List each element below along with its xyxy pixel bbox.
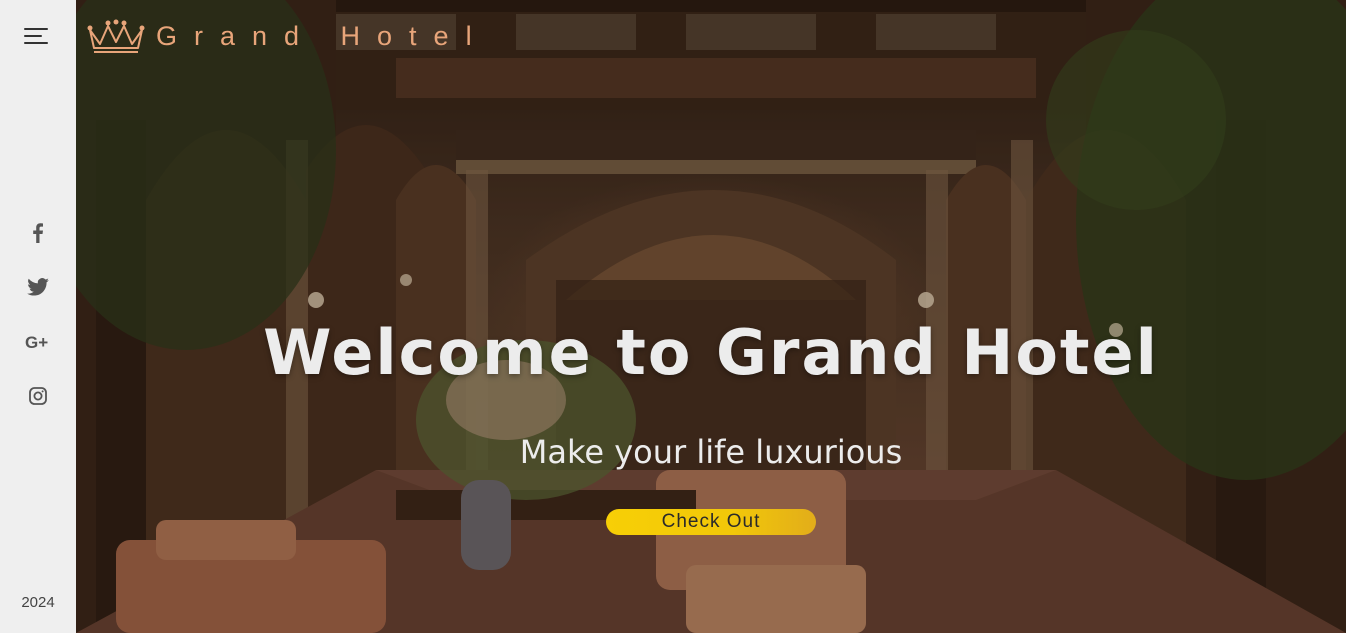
sidebar: G+ 2024 [0, 0, 76, 633]
hero-section: Grand Hotel Welcome to Grand Hotel Make … [76, 0, 1346, 633]
facebook-icon[interactable] [0, 215, 76, 251]
instagram-icon[interactable] [0, 378, 76, 414]
brand-logo[interactable]: Grand Hotel [84, 14, 489, 58]
twitter-icon[interactable] [0, 269, 76, 305]
crown-icon [87, 19, 145, 53]
hamburger-menu-icon[interactable] [24, 26, 50, 46]
hero-title: Welcome to Grand Hotel [263, 316, 1159, 389]
hero-subtitle: Make your life luxurious [519, 433, 903, 471]
google-plus-icon[interactable]: G+ [0, 324, 76, 360]
svg-text:G+: G+ [25, 333, 48, 351]
brand-name: Grand Hotel [156, 20, 489, 51]
check-out-button[interactable]: Check Out [606, 509, 816, 535]
copyright-year: 2024 [21, 594, 55, 611]
